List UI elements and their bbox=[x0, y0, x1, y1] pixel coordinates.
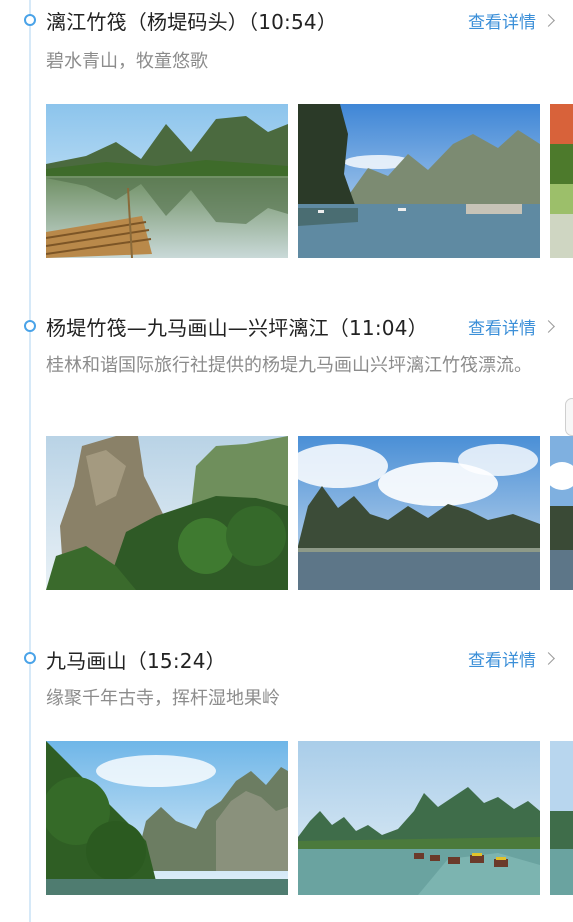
photo-thumbnail[interactable] bbox=[46, 436, 288, 590]
photo-thumbnail[interactable] bbox=[550, 436, 573, 590]
river-bamboo-raft-photo bbox=[46, 104, 288, 258]
scroll-handle[interactable] bbox=[565, 398, 573, 436]
photo-thumbnail[interactable] bbox=[550, 741, 573, 895]
timeline-line bbox=[29, 0, 31, 922]
stop-description: 桂林和谐国际旅行社提供的杨堤九马画山兴坪漓江竹筏漂流。 bbox=[46, 355, 532, 376]
sky-partial-photo bbox=[550, 436, 573, 590]
view-details-link[interactable]: 查看详情 bbox=[468, 314, 555, 339]
photo-thumbnail[interactable] bbox=[46, 741, 288, 895]
photo-strip[interactable] bbox=[46, 436, 573, 590]
photo-thumbnail[interactable] bbox=[46, 104, 288, 258]
view-details-label: 查看详情 bbox=[468, 651, 536, 671]
chevron-right-icon bbox=[542, 320, 555, 333]
stop-description: 碧水青山，牧童悠歌 bbox=[46, 51, 208, 72]
photo-strip[interactable] bbox=[46, 741, 573, 895]
limestone-cliff-forest-photo bbox=[46, 436, 288, 590]
view-details-label: 查看详情 bbox=[468, 13, 536, 33]
river-partial-photo bbox=[550, 741, 573, 895]
chevron-right-icon bbox=[542, 652, 555, 665]
karst-valley-trees-photo bbox=[46, 741, 288, 895]
view-details-label: 查看详情 bbox=[468, 319, 536, 339]
cloudy-karst-river-photo bbox=[298, 436, 540, 590]
stop-title: 九马画山（15:24） bbox=[46, 649, 226, 673]
timeline-dot-icon bbox=[24, 320, 36, 332]
photo-strip[interactable] bbox=[46, 104, 573, 258]
chevron-right-icon bbox=[542, 14, 555, 27]
stop-description: 缘聚千年古寺，挥杆湿地果岭 bbox=[46, 688, 280, 709]
timeline-dot-icon bbox=[24, 14, 36, 26]
view-details-link[interactable]: 查看详情 bbox=[468, 8, 555, 33]
river-cliff-boats-photo bbox=[298, 104, 540, 258]
green-hill-partial-photo bbox=[550, 104, 573, 258]
photo-thumbnail[interactable] bbox=[550, 104, 573, 258]
view-details-link[interactable]: 查看详情 bbox=[468, 646, 555, 671]
photo-thumbnail[interactable] bbox=[298, 104, 540, 258]
stop-title: 杨堤竹筏—九马画山—兴坪漓江（11:04） bbox=[46, 316, 428, 340]
karst-river-rafts-photo bbox=[298, 741, 540, 895]
photo-thumbnail[interactable] bbox=[298, 436, 540, 590]
itinerary-timeline: 漓江竹筏（杨堤码头）（10:54） 查看详情 碧水青山，牧童悠歌 杨堤竹筏—九马… bbox=[0, 0, 573, 922]
timeline-dot-icon bbox=[24, 652, 36, 664]
stop-title: 漓江竹筏（杨堤码头）（10:54） bbox=[46, 10, 338, 34]
photo-thumbnail[interactable] bbox=[298, 741, 540, 895]
